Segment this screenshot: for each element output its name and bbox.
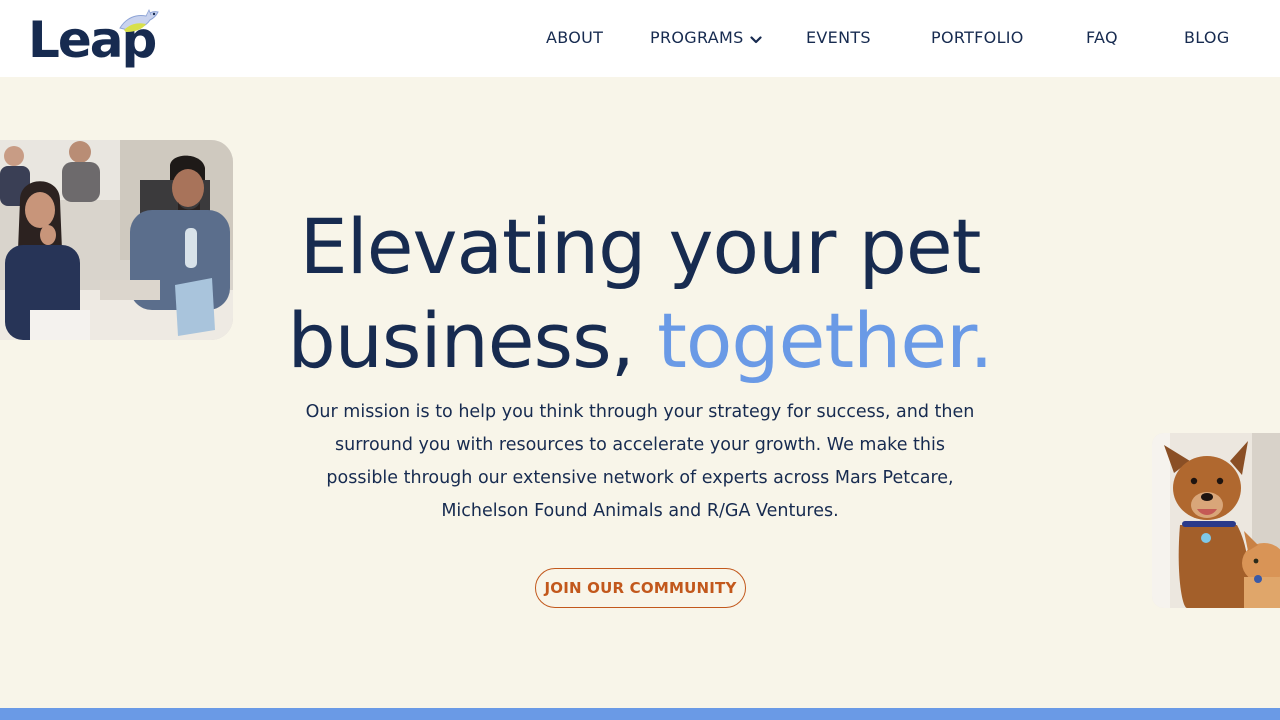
nav-portfolio[interactable]: PORTFOLIO	[931, 28, 1024, 48]
team-meeting-photo	[0, 140, 233, 340]
mission-statement: Our mission is to help you think through…	[305, 402, 975, 521]
nav-programs[interactable]: PROGRAMS	[650, 28, 762, 49]
hero-headline: Elevating your pet business, together.	[240, 200, 1040, 388]
headline-line-1: Elevating your pet	[299, 202, 982, 291]
site-header: Leap ABOUT PROGRAMS EVENTS PORTFOLIO FAQ…	[0, 0, 1280, 77]
nav-blog[interactable]: BLOG	[1184, 28, 1230, 48]
dog-and-cat-photo	[1152, 433, 1280, 608]
join-community-button[interactable]: JOIN OUR COMMUNITY	[535, 568, 746, 608]
headline-accent: together.	[657, 296, 993, 385]
bottom-accent-bar	[0, 708, 1280, 720]
main-nav: ABOUT PROGRAMS EVENTS PORTFOLIO FAQ BLOG	[0, 0, 1280, 77]
chevron-down-icon	[749, 29, 762, 49]
nav-faq[interactable]: FAQ	[1086, 28, 1118, 48]
nav-programs-label: PROGRAMS	[650, 28, 744, 47]
nav-about[interactable]: ABOUT	[546, 28, 603, 48]
headline-line-2: business,	[287, 296, 634, 385]
nav-events[interactable]: EVENTS	[806, 28, 871, 48]
